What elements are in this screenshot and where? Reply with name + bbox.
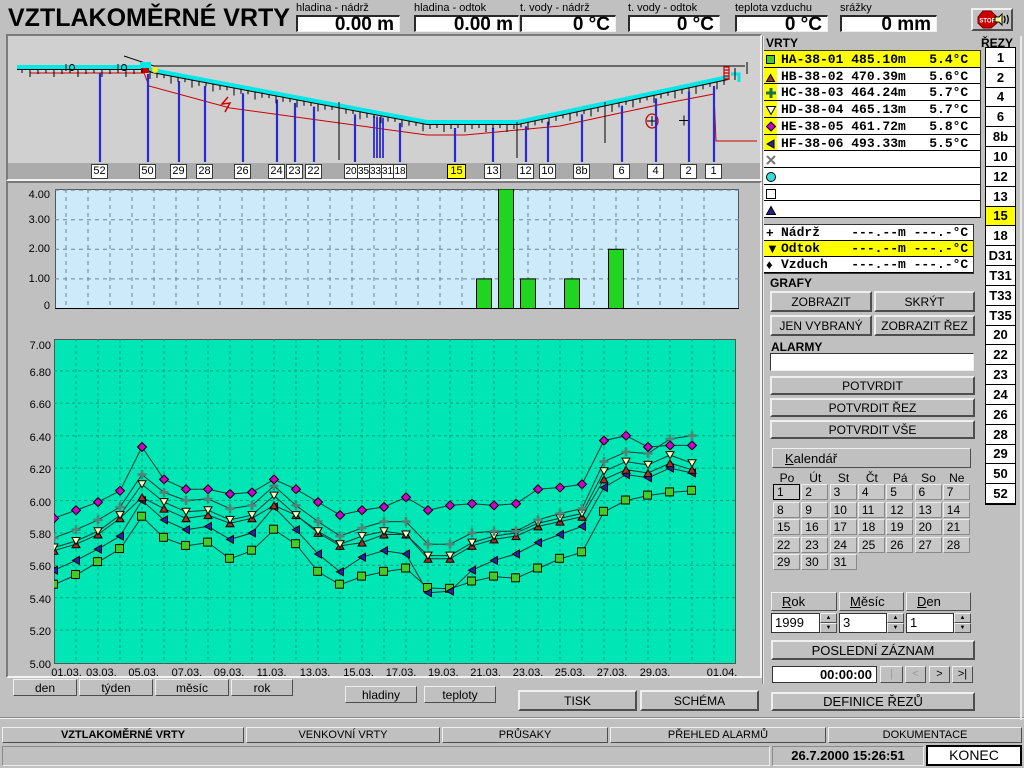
svg-text:STOP: STOP [979,19,995,25]
